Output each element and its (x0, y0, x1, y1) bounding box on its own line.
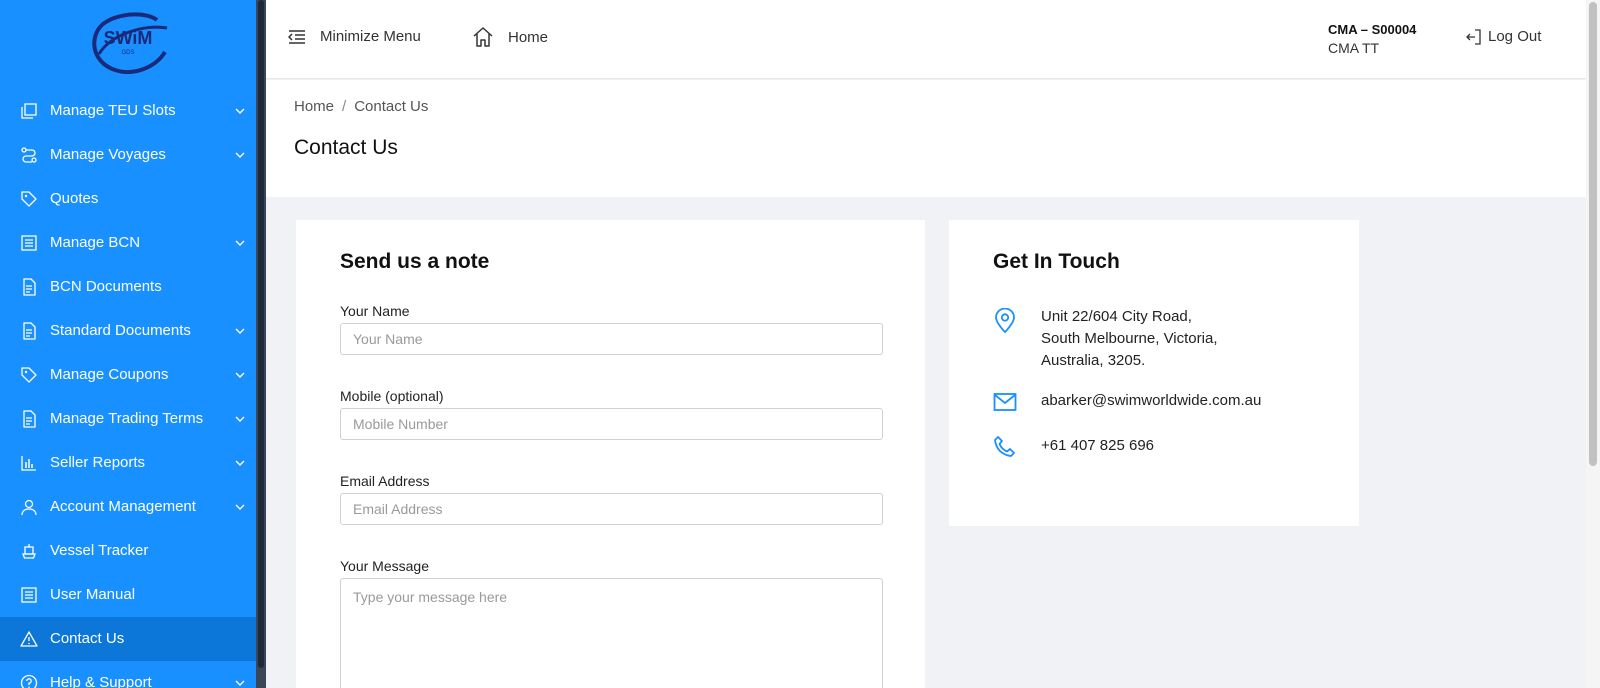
chevron-down-icon (235, 372, 245, 378)
breadcrumb-current: Contact Us (354, 98, 429, 115)
address-line-1: Unit 22/604 City Road, (1041, 308, 1192, 325)
breadcrumb: Home / Contact Us (294, 98, 428, 115)
main-scrollbar-thumb[interactable] (1589, 2, 1597, 466)
user-id: CMA – S00004 (1328, 22, 1417, 37)
sidebar-item-label: Contact Us (50, 630, 125, 647)
sidebar-item-label: Quotes (50, 190, 99, 207)
sidebar-item-manage-voyages[interactable]: Manage Voyages (0, 133, 256, 177)
sidebar-item-label: Seller Reports (50, 454, 146, 471)
email-label: Email Address (340, 473, 430, 489)
email-link[interactable]: abarker@swimworldwide.com.au (1041, 390, 1261, 412)
sidebar-item-bcn-documents[interactable]: BCN Documents (0, 265, 256, 309)
copy-icon (21, 103, 37, 119)
indent-icon (288, 29, 305, 44)
chevron-down-icon (235, 240, 245, 246)
address-text: Unit 22/604 City Road, South Melbourne, … (1041, 306, 1218, 372)
address-line-3: Australia, 3205. (1041, 352, 1146, 369)
address-line-2: South Melbourne, Victoria, (1041, 330, 1218, 347)
sidebar-item-label: Manage BCN (50, 234, 141, 251)
bar-chart-icon (21, 456, 36, 471)
logout-label: Log Out (1488, 28, 1542, 45)
sidebar-item-label: BCN Documents (50, 278, 162, 295)
ship-icon (22, 544, 36, 559)
sidebar-item-label: Manage Trading Terms (50, 410, 204, 427)
name-label: Your Name (340, 303, 410, 319)
document-icon (23, 410, 36, 428)
user-icon (21, 499, 37, 516)
tag-icon (21, 191, 37, 207)
logout-button[interactable]: Log Out (1466, 28, 1541, 45)
user-info: CMA – S00004 CMA TT (1328, 20, 1416, 58)
sidebar-item-account-management[interactable]: Account Management (0, 485, 256, 529)
page-header: Home / Contact Us Contact Us (266, 80, 1586, 197)
svg-text:GDS: GDS (121, 50, 134, 56)
chevron-down-icon (235, 680, 245, 686)
send-note-title: Send us a note (340, 250, 490, 273)
sidebar-item-label: Account Management (50, 498, 196, 515)
home-label: Home (508, 28, 549, 46)
message-label: Your Message (340, 558, 429, 574)
location-pin-icon (995, 308, 1015, 334)
sidebar-scrollbar-thumb[interactable] (258, 0, 264, 668)
mobile-label: Mobile (optional) (340, 388, 444, 404)
sidebar-item-label: User Manual (50, 586, 136, 603)
warning-icon (20, 631, 38, 647)
sidebar-item-manage-teu-slots[interactable]: Manage TEU Slots (0, 89, 256, 133)
user-name: CMA TT (1328, 40, 1380, 56)
sidebar-item-label: Manage TEU Slots (50, 102, 176, 119)
sidebar-item-user-manual[interactable]: User Manual (0, 573, 256, 617)
page-title: Contact Us (294, 136, 398, 159)
name-input[interactable] (340, 323, 883, 355)
sidebar-item-manage-bcn[interactable]: Manage BCN (0, 221, 256, 265)
help-icon (20, 674, 38, 688)
swim-logo[interactable]: SWiM GDS (0, 0, 256, 84)
chevron-down-icon (235, 504, 245, 510)
sidebar-item-contact-us[interactable]: Contact Us (0, 617, 256, 661)
mail-icon (993, 393, 1017, 411)
top-header: Minimize Menu Home CMA – S00004 CMA TT L… (266, 0, 1586, 79)
tag-icon (21, 367, 37, 383)
sidebar-item-manage-coupons[interactable]: Manage Coupons (0, 353, 256, 397)
get-in-touch-title: Get In Touch (993, 250, 1120, 273)
minimize-menu-button[interactable]: Minimize Menu (288, 28, 421, 45)
document-icon (23, 322, 36, 340)
sidebar-item-seller-reports[interactable]: Seller Reports (0, 441, 256, 485)
chevron-down-icon (235, 460, 245, 466)
document-icon (23, 278, 36, 296)
list-doc-icon (21, 235, 37, 251)
email-input[interactable] (340, 493, 883, 525)
list-doc-icon (21, 587, 37, 603)
get-in-touch-card: Get In Touch Unit 22/604 City Road, Sout… (949, 220, 1359, 526)
logout-icon (1466, 28, 1481, 45)
sidebar-item-manage-trading-terms[interactable]: Manage Trading Terms (0, 397, 256, 441)
route-icon (21, 147, 37, 163)
breadcrumb-separator: / (342, 98, 347, 115)
phone-icon (994, 436, 1015, 457)
sidebar-item-label: Vessel Tracker (50, 542, 149, 559)
home-button[interactable]: Home (472, 26, 548, 48)
sidebar: SWiM GDS Manage TEU Slots Manage Voyages Q… (0, 0, 256, 688)
sidebar-item-label: Manage Voyages (50, 146, 166, 163)
sidebar-item-quotes[interactable]: Quotes (0, 177, 256, 221)
chevron-down-icon (235, 416, 245, 422)
sidebar-item-help-support[interactable]: Help & Support (0, 661, 256, 688)
send-note-card: Send us a note Your Name Mobile (optiona… (296, 220, 925, 688)
breadcrumb-home-link[interactable]: Home (294, 98, 334, 115)
minimize-menu-label: Minimize Menu (320, 28, 421, 45)
phone-link[interactable]: +61 407 825 696 (1041, 435, 1154, 457)
mobile-input[interactable] (340, 408, 883, 440)
sidebar-item-standard-documents[interactable]: Standard Documents (0, 309, 256, 353)
chevron-down-icon (235, 152, 245, 158)
chevron-down-icon (235, 108, 245, 114)
chevron-down-icon (235, 328, 245, 334)
sidebar-item-label: Help & Support (50, 674, 152, 688)
sidebar-item-label: Standard Documents (50, 322, 191, 339)
sidebar-item-vessel-tracker[interactable]: Vessel Tracker (0, 529, 256, 573)
message-textarea[interactable] (340, 578, 883, 688)
sidebar-item-label: Manage Coupons (50, 366, 169, 383)
svg-text:SWiM: SWiM (104, 28, 153, 48)
home-icon (473, 27, 493, 47)
